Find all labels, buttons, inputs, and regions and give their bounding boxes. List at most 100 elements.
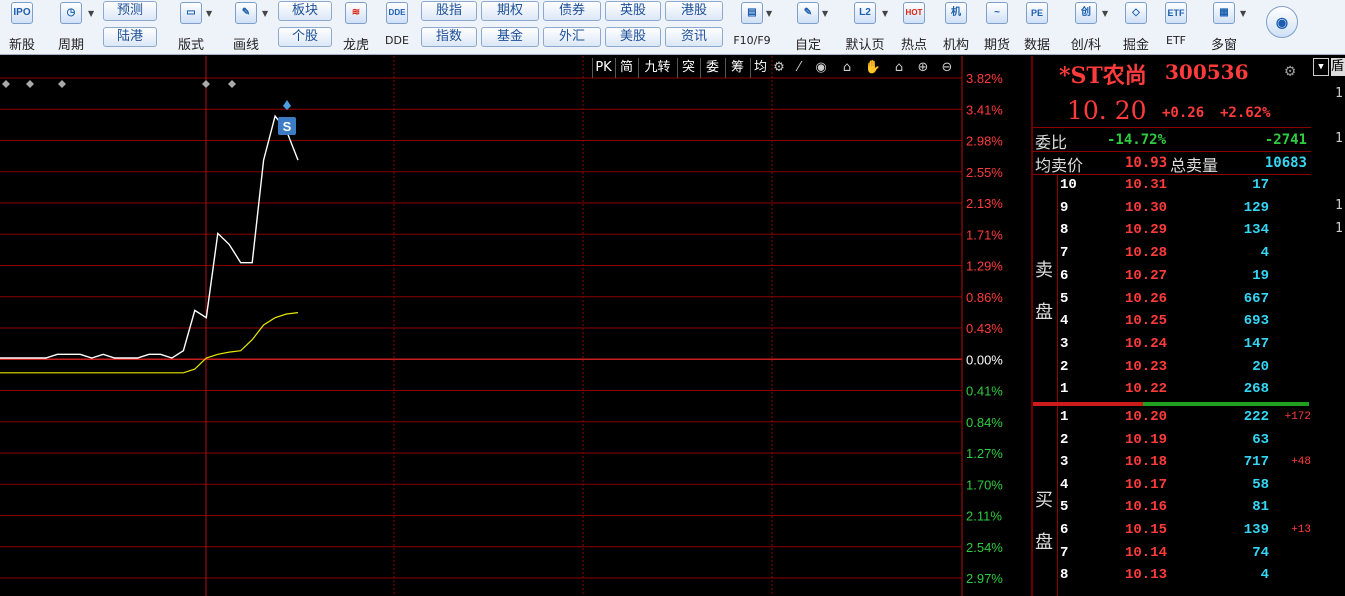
order-book-row[interactable]: 4 10.25 693: [1033, 311, 1313, 333]
pill-funds[interactable]: 基金: [481, 27, 539, 47]
order-book-row[interactable]: 8 10.13 4: [1033, 565, 1313, 587]
toolbar-dde[interactable]: DDE DDE: [378, 0, 416, 55]
order-level: 7: [1060, 245, 1069, 262]
pill-forex[interactable]: 外汇: [543, 27, 601, 47]
pill-bonds[interactable]: 债券: [543, 1, 601, 21]
order-book-row[interactable]: 9 10.30 129: [1033, 198, 1313, 220]
toolbar-etf[interactable]: ETF ETF: [1158, 0, 1194, 55]
order-book-row[interactable]: 1 10.20 222 +172: [1033, 407, 1313, 429]
toolbar-institution[interactable]: 机机构: [936, 0, 976, 55]
lock-icon[interactable]: ⌂: [838, 58, 856, 78]
order-book-row[interactable]: 4 10.17 58: [1033, 475, 1313, 497]
order-quantity: 20: [1252, 358, 1269, 375]
toolbar-data[interactable]: PE 数据: [1018, 0, 1056, 55]
order-book-row[interactable]: 8 10.29 134: [1033, 220, 1313, 242]
chevron-down-icon: ▼: [88, 9, 95, 18]
pill-us-stocks[interactable]: 美股: [605, 27, 661, 47]
right-side-panel[interactable]: ▼ 盾 1 1 1 1: [1311, 56, 1345, 596]
toolbar-dragon-tiger[interactable]: ≋ 龙虎: [336, 0, 376, 55]
order-price: 10.16: [1125, 499, 1168, 516]
unlock-icon[interactable]: ⌂: [890, 58, 908, 78]
tab-average[interactable]: 均: [750, 58, 770, 78]
tab-nine-turn[interactable]: 九转: [638, 58, 676, 78]
tab-pk[interactable]: PK: [592, 58, 614, 78]
axis-tick-label: 3.82%: [966, 71, 1003, 86]
order-quantity: 58: [1252, 476, 1269, 493]
layout-icon: ▭: [180, 2, 202, 24]
order-book-row[interactable]: 10 10.31 17: [1033, 175, 1313, 197]
sell-ratio-bar: [1033, 402, 1143, 406]
order-book-row[interactable]: 3 10.18 717 +48: [1033, 452, 1313, 474]
order-book-row[interactable]: 2 10.19 63: [1033, 430, 1313, 452]
robot-assistant-button[interactable]: ◉: [1262, 0, 1302, 55]
intraday-chart[interactable]: 3.82% 3.41% 2.98% 2.55% 2.13% 1.71% 1.29% 0.86%…: [0, 56, 1031, 596]
panel-tab[interactable]: 盾: [1331, 58, 1345, 76]
toolbar-futures[interactable]: ~ 期货: [978, 0, 1016, 55]
pill-news[interactable]: 资讯: [665, 27, 723, 47]
axis-tick-label: 2.13%: [966, 196, 1003, 211]
order-quantity: 667: [1243, 290, 1269, 307]
order-level: 4: [1060, 313, 1069, 330]
order-price: 10.26: [1125, 290, 1168, 307]
toolbar-new-stock[interactable]: IPO 新股: [2, 0, 42, 55]
order-book-row[interactable]: 1 10.22 268: [1033, 379, 1313, 401]
toolbar-f10[interactable]: ▤ ▼ F10/F9: [726, 0, 778, 55]
order-book-row[interactable]: 7 10.28 4: [1033, 243, 1313, 265]
buy-ratio-bar: [1143, 402, 1309, 406]
pill-sector[interactable]: 板块: [278, 1, 332, 21]
tab-chips[interactable]: 筹: [725, 58, 749, 78]
chevron-down-icon: ▼: [822, 9, 829, 18]
hand-icon[interactable]: ✋: [864, 58, 882, 78]
pill-forecast[interactable]: 预测: [103, 1, 157, 21]
zoom-out-icon[interactable]: ⊖: [938, 58, 956, 78]
toolbar-chuangke[interactable]: 创 ▼ 创/科: [1060, 0, 1112, 55]
zoom-in-icon[interactable]: ⊕: [914, 58, 932, 78]
axis-tick-label: 2.98%: [966, 134, 1003, 149]
order-price: 10.29: [1125, 222, 1168, 239]
toolbar-layout[interactable]: ▭ ▼ 版式: [166, 0, 216, 55]
dde-icon: DDE: [386, 2, 408, 24]
pill-index[interactable]: 指数: [421, 27, 477, 47]
eye-icon[interactable]: ◉: [812, 58, 830, 78]
toolbar-default-page[interactable]: L2 ▼ 默认页: [836, 0, 894, 55]
tab-orders[interactable]: 委: [700, 58, 724, 78]
gear-icon[interactable]: ⚙: [770, 58, 788, 78]
toolbar-label: 掘金: [1122, 38, 1149, 53]
toolbar-multi-window[interactable]: ▦ ▼ 多窗: [1198, 0, 1250, 55]
chevron-down-icon[interactable]: ▼: [1313, 58, 1329, 76]
draw-line-icon[interactable]: ⁄: [790, 58, 808, 78]
settings-gear-icon[interactable]: ⚙: [1285, 61, 1295, 81]
order-book-row[interactable]: 6 10.15 139 +13: [1033, 520, 1313, 542]
strip-value: 1: [1335, 86, 1343, 101]
event-marker: [2, 80, 10, 88]
pill-uk-stocks[interactable]: 英股: [605, 1, 661, 21]
order-book-row[interactable]: 3 10.24 147: [1033, 334, 1313, 356]
order-book-row[interactable]: 6 10.27 19: [1033, 266, 1313, 288]
order-price: 10.22: [1125, 381, 1168, 398]
toolbar-draw[interactable]: ✎ ▼ 画线: [220, 0, 272, 55]
toolbar-custom[interactable]: ✎ ▼ 自定: [784, 0, 832, 55]
tab-simple[interactable]: 简: [615, 58, 637, 78]
stock-code: 300536: [1165, 60, 1249, 84]
pill-hk-connect[interactable]: 陆港: [103, 27, 157, 47]
axis-tick-label: 0.84%: [966, 415, 1003, 430]
order-book-row[interactable]: 5 10.26 667: [1033, 289, 1313, 311]
order-book-row[interactable]: 2 10.23 20: [1033, 357, 1313, 379]
chuang-icon: 创: [1075, 2, 1097, 24]
order-book-row[interactable]: 7 10.14 74: [1033, 543, 1313, 565]
order-quantity: 74: [1252, 544, 1269, 561]
pill-stock-index[interactable]: 股指: [421, 1, 477, 21]
toolbar-period[interactable]: ◷ ▼ 周期: [44, 0, 98, 55]
chart-canvas[interactable]: 3.82% 3.41% 2.98% 2.55% 2.13% 1.71% 1.29% 0.86%…: [0, 56, 1031, 596]
order-book-row[interactable]: 5 10.16 81: [1033, 497, 1313, 519]
tab-breakout[interactable]: 突: [677, 58, 699, 78]
axis-tick-label: 2.54%: [966, 540, 1003, 555]
toolbar-label: 热点: [900, 38, 927, 53]
toolbar-juejin[interactable]: ◇ 掘金: [1116, 0, 1156, 55]
order-quantity: 81: [1252, 499, 1269, 516]
pill-hk-stocks[interactable]: 港股: [665, 1, 723, 21]
toolbar-hotspot[interactable]: HOT 热点: [896, 0, 932, 55]
pill-stock[interactable]: 个股: [278, 27, 332, 47]
order-quantity: 147: [1243, 335, 1269, 352]
pill-options[interactable]: 期权: [481, 1, 539, 21]
